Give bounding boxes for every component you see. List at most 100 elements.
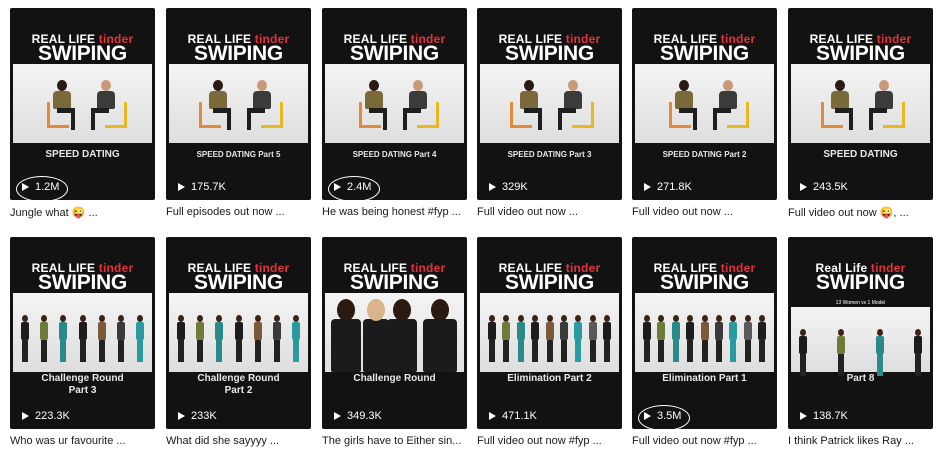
thumbnail-scene — [325, 293, 464, 372]
video-thumbnail[interactable]: REAL LIFE tinder SWIPING Challenge Round Pa… — [10, 237, 155, 429]
video-description[interactable]: He was being honest #fyp ... — [322, 206, 482, 218]
thumbnail-caption: Part 8 — [788, 373, 933, 385]
video-description[interactable]: Full video out now #fyp ... — [477, 435, 637, 447]
video-card[interactable]: REAL LIFE tinder SWIPING SPEED DATING Part… — [477, 8, 622, 218]
thumbnail-title-swiping: SWIPING — [660, 271, 749, 294]
person-body — [837, 336, 846, 354]
person-body — [136, 322, 144, 340]
view-count-value: 271.8K — [657, 181, 692, 193]
video-card[interactable]: REAL LIFE tinder SWIPING Elimination Part … — [632, 237, 777, 447]
person-body — [292, 322, 300, 340]
highlight-circle — [638, 405, 690, 429]
person-legs — [117, 340, 124, 362]
video-card[interactable]: REAL LIFE tinder SWIPING Challenge Round 34… — [322, 237, 467, 447]
person-body — [875, 91, 893, 109]
thumbnail-title-swiping: SWIPING — [660, 42, 749, 65]
person-shins — [693, 110, 697, 130]
play-icon — [178, 183, 185, 191]
video-thumbnail[interactable]: REAL LIFE tinder SWIPING SPEED DATING Part… — [632, 8, 777, 200]
person-body — [53, 91, 71, 109]
video-description[interactable]: Full video out now ... — [632, 206, 792, 218]
person-legs — [216, 340, 223, 362]
video-card[interactable]: REAL LIFE tinder SWIPING Elimination Part … — [477, 237, 622, 447]
highlight-circle — [328, 176, 380, 200]
caption-line1: SPEED DATING — [823, 149, 898, 160]
video-thumbnail[interactable]: REAL LIFE tinder SWIPING SPEED DATING 1.2M — [10, 8, 155, 200]
thumbnail-title-swiping: SWIPING — [38, 42, 127, 65]
thumbnail-caption: Elimination Part 2 — [477, 373, 622, 385]
video-thumbnail[interactable]: REAL LIFE tinder SWIPING SPEED DATING Part… — [166, 8, 311, 200]
video-description[interactable]: The girls have to Either sin... — [322, 435, 482, 447]
video-thumbnail[interactable]: Real Life tinder SWIPING 13 Women vs 1 Mod… — [788, 237, 933, 429]
video-thumbnail[interactable]: REAL LIFE tinder SWIPING Challenge Round Pa… — [166, 237, 311, 429]
person-shins — [713, 110, 717, 130]
video-description[interactable]: Jungle what 😜 ... — [10, 206, 170, 219]
person-body — [588, 322, 597, 340]
video-description[interactable]: Full video out now #fyp ... — [632, 435, 792, 447]
caption-line1: SPEED DATING Part 3 — [507, 150, 592, 159]
view-count-value: 243.5K — [813, 181, 848, 193]
thumbnail-caption: SPEED DATING Part 4 — [322, 149, 467, 161]
person-body — [799, 336, 807, 354]
video-thumbnail[interactable]: REAL LIFE tinder SWIPING SPEED DATING Part… — [477, 8, 622, 200]
video-description[interactable]: What did she sayyyy ... — [166, 435, 326, 447]
thumbnail-caption: Elimination Part 1 — [632, 373, 777, 385]
thumbnail-title-swiping: SWIPING — [194, 42, 283, 65]
person-head — [730, 315, 737, 322]
video-card[interactable]: REAL LIFE tinder SWIPING Challenge Round Pa… — [166, 237, 311, 447]
person-head — [915, 329, 921, 336]
video-card[interactable]: REAL LIFE tinder SWIPING SPEED DATING 243.5… — [788, 8, 933, 219]
video-thumbnail[interactable]: REAL LIFE tinder SWIPING Elimination Part … — [632, 237, 777, 429]
thumbnail-title-swiping: SWIPING — [816, 271, 905, 294]
person-head — [197, 315, 204, 322]
video-description[interactable]: Who was ur favourite ... — [10, 435, 170, 447]
play-icon — [489, 412, 496, 420]
person-legs — [730, 340, 737, 362]
person-head — [800, 329, 806, 336]
video-card[interactable]: REAL LIFE tinder SWIPING Challenge Round Pa… — [10, 237, 155, 447]
caption-line1: Challenge Round — [197, 373, 280, 384]
view-count: 329K — [489, 181, 528, 193]
person-head — [489, 315, 495, 322]
person-body — [116, 322, 125, 340]
video-thumbnail[interactable]: REAL LIFE tinder SWIPING Challenge Round 34… — [322, 237, 467, 429]
person-shins — [227, 110, 231, 130]
video-card[interactable]: Real Life tinder SWIPING 13 Women vs 1 Mod… — [788, 237, 933, 447]
view-count-value: 233K — [191, 410, 217, 422]
person-body — [272, 322, 281, 340]
caption-line1: SPEED DATING Part 4 — [352, 150, 437, 159]
video-thumbnail[interactable]: REAL LIFE tinder SWIPING Elimination Part … — [477, 237, 622, 429]
thumbnail-scene — [13, 64, 152, 143]
person-body — [97, 322, 106, 340]
person-body — [196, 322, 205, 340]
person-shins — [538, 110, 542, 130]
view-count: 349.3K — [334, 410, 382, 422]
thumbnail-title-swiping: SWIPING — [194, 271, 283, 294]
person-shins — [403, 110, 407, 130]
video-card[interactable]: REAL LIFE tinder SWIPING SPEED DATING Part… — [166, 8, 311, 218]
person-head — [589, 315, 596, 322]
video-description[interactable]: I think Patrick likes Ray ... — [788, 435, 936, 447]
person-body — [365, 91, 383, 109]
person-head — [715, 315, 722, 322]
video-thumbnail[interactable]: REAL LIFE tinder SWIPING SPEED DATING Part… — [322, 8, 467, 200]
video-thumbnail[interactable]: REAL LIFE tinder SWIPING SPEED DATING 243.5… — [788, 8, 933, 200]
person-legs — [41, 340, 48, 362]
video-card[interactable]: REAL LIFE tinder SWIPING SPEED DATING Part… — [632, 8, 777, 218]
thumbnail-scene — [169, 64, 308, 143]
person-body — [875, 336, 884, 354]
video-description[interactable]: Full video out now ... — [477, 206, 637, 218]
thumbnail-scene — [791, 307, 930, 376]
video-card[interactable]: REAL LIFE tinder SWIPING SPEED DATING 1.2M J… — [10, 8, 155, 219]
thumbnail-scene — [169, 293, 308, 372]
person-legs — [604, 340, 610, 362]
person-body — [603, 322, 611, 340]
video-description[interactable]: Full episodes out now ... — [166, 206, 326, 218]
person-legs — [701, 340, 708, 362]
person-body — [488, 322, 496, 340]
person-head — [701, 315, 708, 322]
video-description[interactable]: Full video out now 😜, ... — [788, 206, 936, 219]
video-card[interactable]: REAL LIFE tinder SWIPING SPEED DATING Part… — [322, 8, 467, 218]
person-head — [273, 315, 280, 322]
person-legs — [503, 340, 510, 362]
